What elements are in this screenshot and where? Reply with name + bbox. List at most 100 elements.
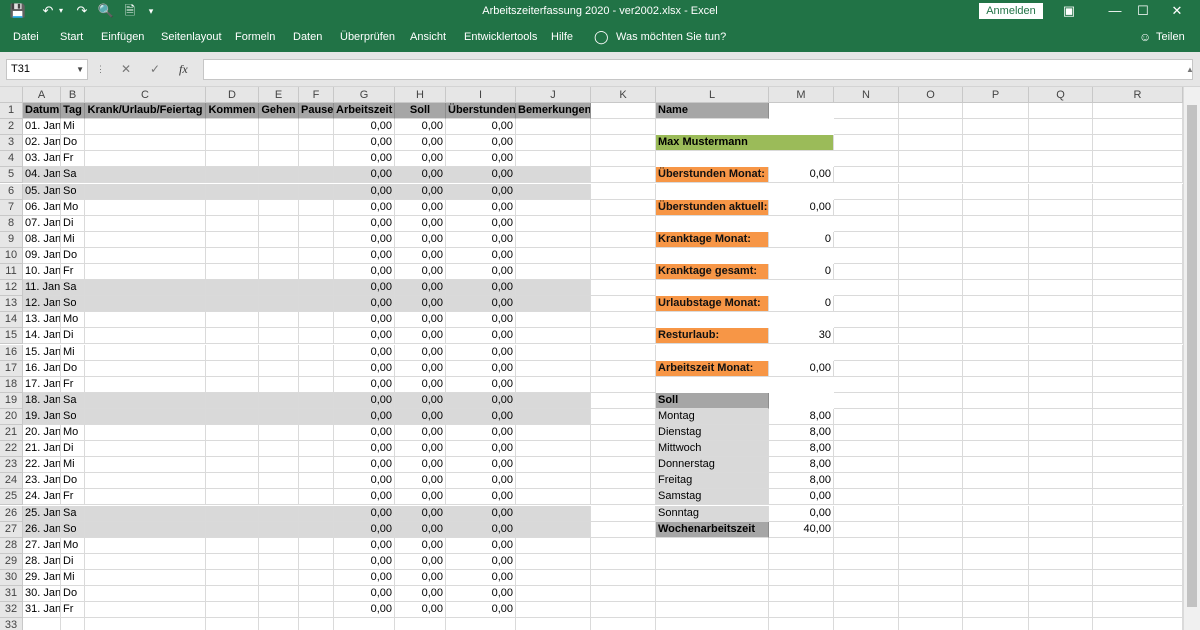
empty-cell[interactable] xyxy=(1029,264,1093,281)
empty-cell[interactable] xyxy=(834,199,899,216)
table-cell[interactable] xyxy=(259,425,299,442)
table-cell[interactable] xyxy=(299,602,334,619)
vertical-scrollbar[interactable] xyxy=(1183,87,1200,630)
ueberstunden-cell[interactable]: 0,00 xyxy=(446,521,516,538)
weekday-cell[interactable]: Fr xyxy=(61,376,85,393)
empty-cell[interactable] xyxy=(899,167,963,184)
empty-cell[interactable] xyxy=(591,505,656,522)
weekday-cell[interactable]: Do xyxy=(61,473,85,490)
empty-cell[interactable] xyxy=(1029,473,1093,490)
table-cell[interactable] xyxy=(299,505,334,522)
table-header-cell[interactable]: Pause xyxy=(299,103,334,120)
summary-label[interactable]: Kranktage gesamt: xyxy=(656,264,769,281)
summary-value[interactable]: 0,00 xyxy=(769,199,834,216)
column-header-j[interactable]: J xyxy=(516,87,591,103)
arbeitszeit-cell[interactable]: 0,00 xyxy=(334,344,395,361)
table-cell[interactable] xyxy=(85,489,206,506)
soll-cell[interactable]: 0,00 xyxy=(395,376,446,393)
row-header-4[interactable]: 4 xyxy=(0,151,23,168)
table-cell[interactable] xyxy=(206,537,259,554)
ueberstunden-cell[interactable]: 0,00 xyxy=(446,441,516,458)
empty-cell[interactable] xyxy=(1093,280,1183,297)
empty-cell[interactable] xyxy=(1093,602,1183,619)
empty-cell[interactable] xyxy=(834,151,899,168)
table-cell[interactable] xyxy=(206,296,259,313)
summary-label[interactable]: Überstunden aktuell: xyxy=(656,199,769,216)
empty-cell[interactable] xyxy=(834,521,899,538)
ueberstunden-cell[interactable]: 0,00 xyxy=(446,408,516,425)
empty-cell[interactable] xyxy=(1029,215,1093,232)
empty-cell[interactable] xyxy=(591,360,656,377)
table-header-cell[interactable]: Soll xyxy=(395,103,446,120)
empty-cell[interactable] xyxy=(591,618,656,630)
soll-cell[interactable]: 0,00 xyxy=(395,569,446,586)
arbeitszeit-cell[interactable]: 0,00 xyxy=(334,489,395,506)
empty-cell[interactable] xyxy=(899,280,963,297)
row-header-14[interactable]: 14 xyxy=(0,312,23,329)
column-header-a[interactable]: A xyxy=(23,87,61,103)
empty-cell[interactable] xyxy=(591,602,656,619)
empty-cell[interactable] xyxy=(963,119,1029,136)
empty-cell[interactable] xyxy=(591,231,656,248)
arbeitszeit-cell[interactable]: 0,00 xyxy=(334,441,395,458)
empty-cell[interactable] xyxy=(1093,151,1183,168)
row-header-31[interactable]: 31 xyxy=(0,586,23,603)
empty-cell[interactable] xyxy=(963,151,1029,168)
soll-cell[interactable]: 0,00 xyxy=(395,360,446,377)
table-cell[interactable] xyxy=(85,376,206,393)
empty-cell[interactable] xyxy=(1029,376,1093,393)
weekday-cell[interactable]: Do xyxy=(61,135,85,152)
date-cell[interactable]: 10. Jan xyxy=(23,264,61,281)
ueberstunden-cell[interactable]: 0,00 xyxy=(446,344,516,361)
insert-function-icon[interactable]: fx xyxy=(179,59,188,80)
empty-cell[interactable] xyxy=(1029,312,1093,329)
table-cell[interactable] xyxy=(259,167,299,184)
table-cell[interactable] xyxy=(85,473,206,490)
empty-cell[interactable] xyxy=(834,264,899,281)
table-cell[interactable] xyxy=(259,328,299,345)
select-all-corner[interactable] xyxy=(0,87,23,103)
empty-cell[interactable] xyxy=(1093,521,1183,538)
empty-cell[interactable] xyxy=(23,618,61,630)
soll-day-label[interactable]: Dienstag xyxy=(656,425,769,442)
arbeitszeit-cell[interactable]: 0,00 xyxy=(334,167,395,184)
arbeitszeit-cell[interactable]: 0,00 xyxy=(334,135,395,152)
table-cell[interactable] xyxy=(259,408,299,425)
empty-cell[interactable] xyxy=(834,441,899,458)
tab-ueberpruefen[interactable]: Überprüfen xyxy=(340,22,395,52)
ueberstunden-cell[interactable]: 0,00 xyxy=(446,425,516,442)
arbeitszeit-cell[interactable]: 0,00 xyxy=(334,183,395,200)
table-cell[interactable] xyxy=(85,135,206,152)
table-cell[interactable] xyxy=(85,569,206,586)
table-cell[interactable] xyxy=(299,183,334,200)
empty-cell[interactable] xyxy=(1093,183,1183,200)
table-cell[interactable] xyxy=(516,247,591,264)
table-cell[interactable] xyxy=(206,457,259,474)
ueberstunden-cell[interactable]: 0,00 xyxy=(446,280,516,297)
empty-cell[interactable] xyxy=(963,569,1029,586)
soll-cell[interactable]: 0,00 xyxy=(395,602,446,619)
table-cell[interactable] xyxy=(206,553,259,570)
row-header-17[interactable]: 17 xyxy=(0,360,23,377)
table-cell[interactable] xyxy=(516,312,591,329)
table-cell[interactable] xyxy=(85,247,206,264)
table-cell[interactable] xyxy=(206,602,259,619)
empty-cell[interactable] xyxy=(963,135,1029,152)
weekday-cell[interactable]: So xyxy=(61,296,85,313)
expand-formula-bar-icon[interactable]: ▲ xyxy=(1186,59,1194,80)
table-cell[interactable] xyxy=(516,392,591,409)
weekday-cell[interactable]: Di xyxy=(61,328,85,345)
soll-cell[interactable]: 0,00 xyxy=(395,441,446,458)
empty-cell[interactable] xyxy=(834,586,899,603)
empty-cell[interactable] xyxy=(963,537,1029,554)
table-cell[interactable] xyxy=(206,392,259,409)
table-cell[interactable] xyxy=(516,151,591,168)
empty-cell[interactable] xyxy=(1093,231,1183,248)
table-cell[interactable] xyxy=(206,264,259,281)
empty-cell[interactable] xyxy=(1029,328,1093,345)
empty-cell[interactable] xyxy=(834,328,899,345)
ueberstunden-cell[interactable]: 0,00 xyxy=(446,376,516,393)
weekday-cell[interactable]: Mo xyxy=(61,537,85,554)
table-cell[interactable] xyxy=(259,280,299,297)
empty-cell[interactable] xyxy=(963,602,1029,619)
